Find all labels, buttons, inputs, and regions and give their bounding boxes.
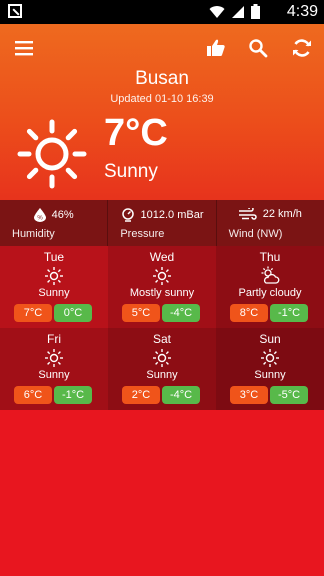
wind-metric: 22 km/h Wind (NW) bbox=[217, 200, 324, 246]
notification-icon bbox=[8, 4, 22, 18]
humidity-label: Humidity bbox=[12, 228, 55, 240]
refresh-icon bbox=[293, 39, 311, 57]
partly-cloudy-icon bbox=[261, 266, 280, 284]
weather-metrics: % 46% Humidity 1012.0 mBar Pressure 22 k… bbox=[0, 200, 324, 246]
forecast-day[interactable]: Fri Sunny 6°C -1°C bbox=[0, 328, 108, 410]
max-temp-badge: 5°C bbox=[122, 304, 160, 322]
svg-text:%: % bbox=[37, 216, 43, 222]
forecast-condition: Partly cloudy bbox=[238, 287, 302, 299]
max-temp-badge: 3°C bbox=[230, 386, 268, 404]
status-time: 4:39 bbox=[286, 3, 318, 20]
current-condition: Sunny bbox=[104, 161, 158, 182]
sun-icon bbox=[261, 349, 279, 367]
menu-icon bbox=[15, 41, 33, 56]
wind-label: Wind (NW) bbox=[228, 228, 283, 240]
current-weather-panel: Busan Updated 01-10 16:39 7°C Sunny bbox=[0, 24, 324, 200]
humidity-value: 46% bbox=[51, 209, 74, 221]
sun-icon bbox=[153, 267, 171, 285]
min-temp-badge: -1°C bbox=[270, 304, 308, 322]
sun-icon bbox=[153, 349, 171, 367]
forecast-day[interactable]: Thu Partly cloudy 8°C -1°C bbox=[216, 246, 324, 328]
thumbs-up-icon bbox=[207, 39, 225, 56]
wind-value: 22 km/h bbox=[262, 208, 302, 220]
toolbar bbox=[0, 24, 324, 72]
max-temp-badge: 2°C bbox=[122, 386, 160, 404]
forecast-condition: Sunny bbox=[38, 369, 70, 381]
refresh-button[interactable] bbox=[288, 34, 316, 62]
forecast-day-name: Sun bbox=[259, 332, 281, 346]
forecast-day[interactable]: Sun Sunny 3°C -5°C bbox=[216, 328, 324, 410]
battery-icon bbox=[251, 4, 260, 19]
min-temp-badge: -1°C bbox=[54, 386, 92, 404]
wind-icon bbox=[238, 208, 257, 220]
forecast-condition: Sunny bbox=[146, 369, 178, 381]
menu-button[interactable] bbox=[10, 34, 38, 62]
search-button[interactable] bbox=[244, 34, 272, 62]
forecast-day-name: Tue bbox=[43, 250, 65, 264]
sun-icon bbox=[17, 119, 87, 189]
forecast-day[interactable]: Wed Mostly sunny 5°C -4°C bbox=[108, 246, 216, 328]
forecast-day-name: Sat bbox=[152, 332, 171, 346]
max-temp-badge: 6°C bbox=[14, 386, 52, 404]
min-temp-badge: -4°C bbox=[162, 304, 200, 322]
forecast-grid: Tue Sunny 7°C 0°C Wed Mostly sunny 5°C -… bbox=[0, 246, 324, 410]
city-name: Busan bbox=[135, 68, 189, 89]
pressure-value: 1012.0 mBar bbox=[140, 209, 204, 221]
pressure-metric: 1012.0 mBar Pressure bbox=[108, 200, 217, 246]
forecast-day-name: Fri bbox=[47, 332, 61, 346]
pressure-icon bbox=[121, 208, 134, 222]
current-temperature: 7°C bbox=[104, 112, 168, 154]
forecast-condition: Sunny bbox=[38, 287, 70, 299]
search-icon bbox=[249, 39, 268, 58]
wifi-icon bbox=[209, 5, 225, 19]
max-temp-badge: 8°C bbox=[230, 304, 268, 322]
status-bar: 4:39 bbox=[0, 0, 324, 24]
sun-icon bbox=[45, 349, 63, 367]
humidity-metric: % 46% Humidity bbox=[0, 200, 109, 246]
min-temp-badge: 0°C bbox=[54, 304, 92, 322]
humidity-icon: % bbox=[33, 208, 46, 222]
pressure-label: Pressure bbox=[120, 228, 165, 240]
min-temp-badge: -5°C bbox=[270, 386, 308, 404]
updated-time: Updated 01-10 16:39 bbox=[110, 93, 214, 105]
forecast-condition: Mostly sunny bbox=[129, 287, 195, 299]
forecast-condition: Sunny bbox=[254, 369, 286, 381]
like-button[interactable] bbox=[202, 34, 230, 62]
forecast-day[interactable]: Tue Sunny 7°C 0°C bbox=[0, 246, 108, 328]
forecast-day[interactable]: Sat Sunny 2°C -4°C bbox=[108, 328, 216, 410]
forecast-day-name: Wed bbox=[149, 250, 175, 264]
forecast-day-name: Thu bbox=[259, 250, 281, 264]
sun-icon bbox=[45, 267, 63, 285]
max-temp-badge: 7°C bbox=[14, 304, 52, 322]
signal-icon bbox=[231, 5, 245, 19]
status-icons bbox=[209, 4, 260, 19]
min-temp-badge: -4°C bbox=[162, 386, 200, 404]
